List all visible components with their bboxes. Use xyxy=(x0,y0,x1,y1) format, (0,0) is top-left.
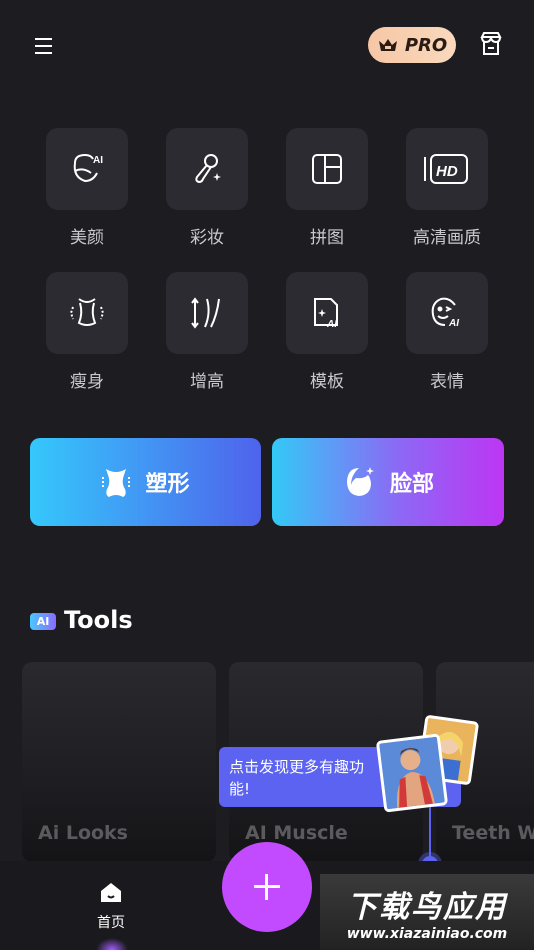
svg-text:HD: HD xyxy=(436,163,458,180)
tool-label-height: 增高 xyxy=(190,372,224,392)
makeup-brush-icon xyxy=(195,154,221,184)
ai-template-icon: AI xyxy=(314,298,338,330)
tool-tile-hd[interactable]: HD xyxy=(406,128,488,210)
nav-active-indicator xyxy=(96,938,128,950)
tooltip-photo-muscle xyxy=(375,733,449,813)
watermark-url: www.xiazainiao.com xyxy=(346,926,508,942)
svg-text:AI: AI xyxy=(326,319,337,330)
watermark: 下载鸟应用 www.xiazainiao.com xyxy=(320,874,534,950)
ai-chip: AI xyxy=(30,613,56,630)
tool-label-slim: 瘦身 xyxy=(70,372,104,392)
tool-tile-height[interactable] xyxy=(166,272,248,354)
svg-text:AI: AI xyxy=(448,318,459,329)
tool-label-expression: 表情 xyxy=(430,372,464,392)
face-icon xyxy=(346,467,374,496)
store-button[interactable] xyxy=(476,28,506,60)
crown-icon xyxy=(378,39,397,51)
slim-body-icon xyxy=(69,298,105,326)
tooltip-text: 点击发现更多有趣功能! xyxy=(229,758,365,798)
body-shape-icon xyxy=(102,469,131,497)
tool-card-label: Teeth Wh xyxy=(452,822,534,844)
nav-home-label: 首页 xyxy=(97,915,125,931)
store-icon xyxy=(480,32,502,55)
tool-card-ai-looks[interactable]: Ai Looks xyxy=(22,662,216,862)
tool-tile-slim[interactable] xyxy=(46,272,128,354)
tool-tile-expression[interactable]: AI xyxy=(406,272,488,354)
create-fab-button[interactable] xyxy=(222,842,312,932)
watermark-title: 下载鸟应用 xyxy=(347,890,507,925)
tool-label-hd: 高清画质 xyxy=(413,228,481,248)
tool-label-makeup: 彩妆 xyxy=(190,228,224,248)
face-button[interactable]: 脸部 xyxy=(272,438,504,526)
nav-home[interactable]: 首页 xyxy=(80,880,142,940)
pro-badge[interactable]: PRO xyxy=(368,27,456,63)
ai-expression-icon: AI xyxy=(431,297,459,329)
collage-icon xyxy=(312,154,342,184)
tool-card-label: AI Muscle xyxy=(245,822,348,844)
tool-label-collage: 拼图 xyxy=(310,228,344,248)
home-icon xyxy=(101,883,121,902)
face-label: 脸部 xyxy=(389,472,434,497)
tool-label-template: 模板 xyxy=(310,372,344,392)
tool-label-beauty: 美颜 xyxy=(70,228,104,248)
tool-tile-template[interactable]: AI xyxy=(286,272,368,354)
pro-label: PRO xyxy=(404,34,448,56)
ai-face-icon: AI xyxy=(73,153,103,183)
tool-tile-collage[interactable] xyxy=(286,128,368,210)
menu-button[interactable] xyxy=(28,30,58,60)
height-icon xyxy=(191,297,220,329)
tools-title: Tools xyxy=(64,606,133,634)
tool-card-label: Ai Looks xyxy=(38,822,128,844)
tooltip-connector xyxy=(429,807,431,859)
hd-icon: HD xyxy=(424,154,468,184)
tool-tile-beauty[interactable]: AI xyxy=(46,128,128,210)
tool-tile-makeup[interactable] xyxy=(166,128,248,210)
plus-icon xyxy=(254,874,280,900)
body-shape-label: 塑形 xyxy=(145,472,190,497)
svg-text:AI: AI xyxy=(93,155,103,166)
body-shape-button[interactable]: 塑形 xyxy=(30,438,261,526)
hamburger-icon xyxy=(35,38,52,54)
